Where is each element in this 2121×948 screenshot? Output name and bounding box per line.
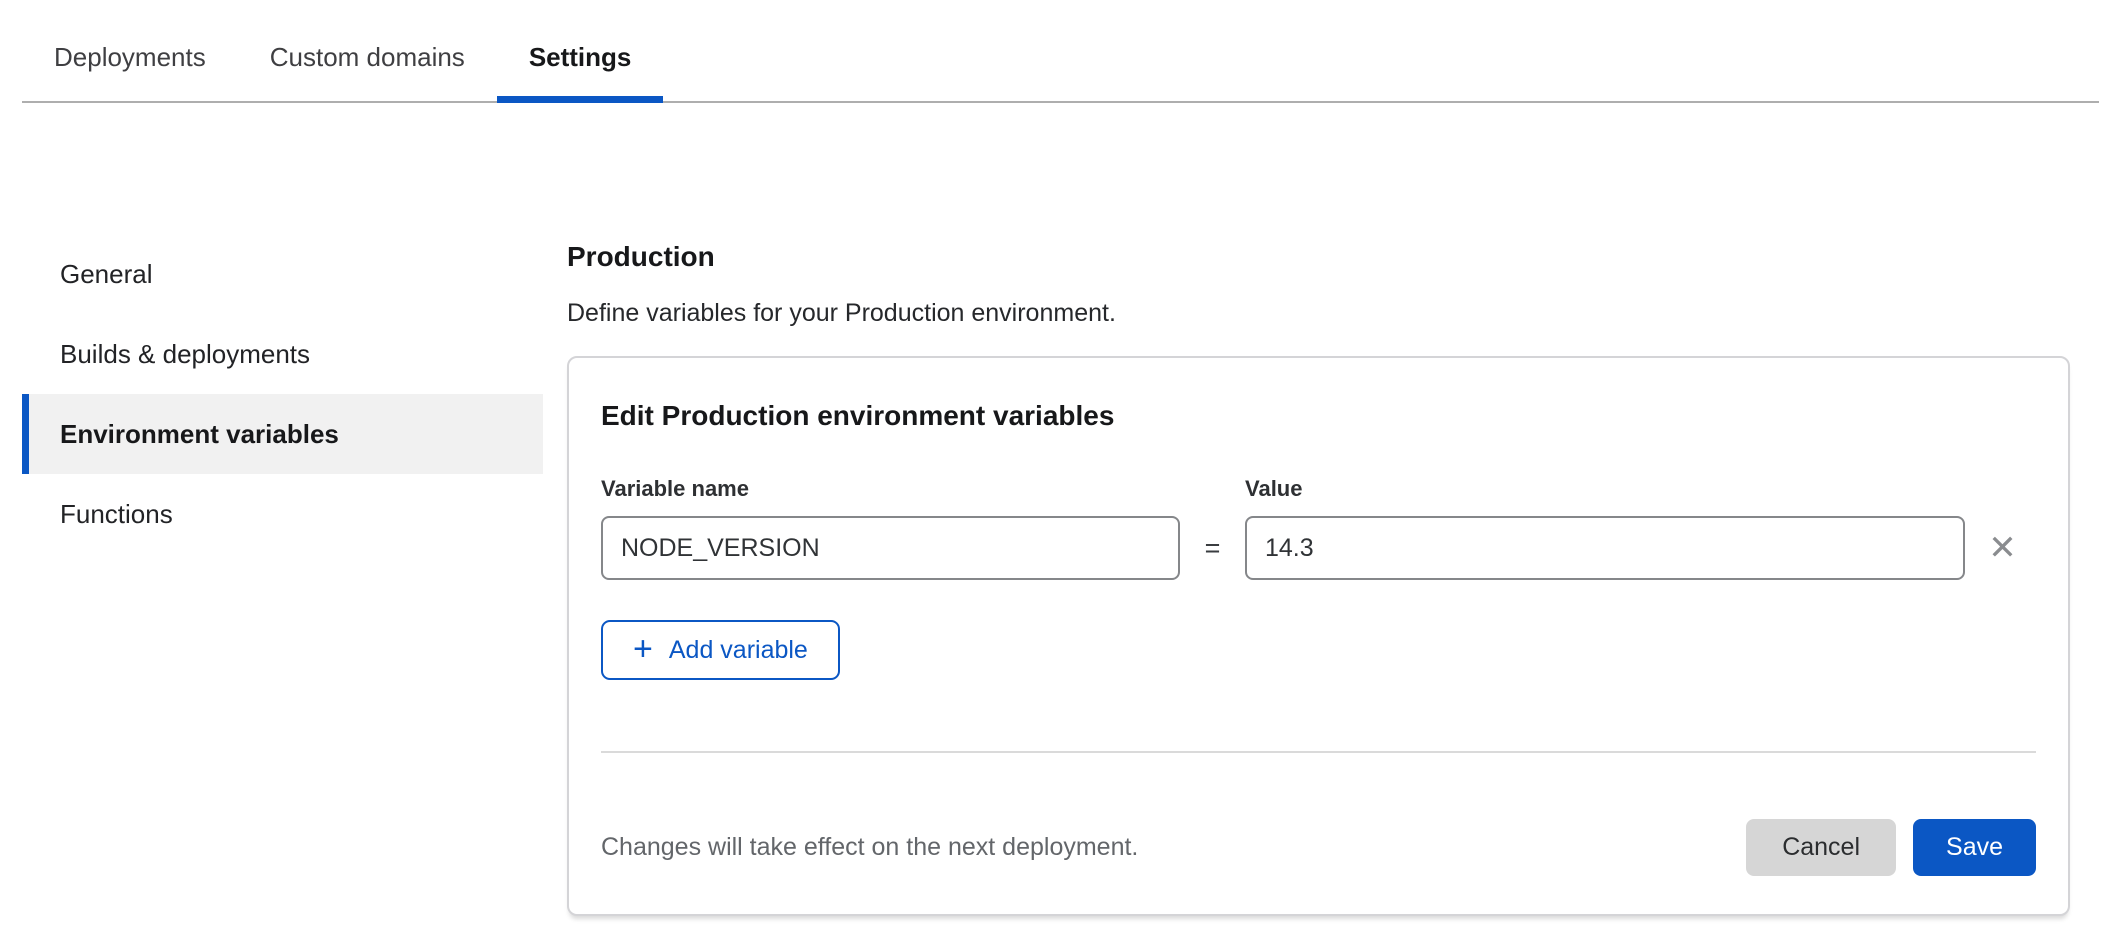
close-icon: ✕ bbox=[1988, 531, 2017, 565]
add-variable-button[interactable]: + Add variable bbox=[601, 620, 840, 680]
section-title: Production bbox=[567, 241, 2070, 273]
value-label: Value bbox=[1245, 476, 1965, 502]
field-labels-row: Variable name Value bbox=[601, 476, 2036, 502]
equals-sign: = bbox=[1180, 533, 1245, 564]
main-content: Production Define variables for your Pro… bbox=[567, 103, 2070, 916]
tab-settings[interactable]: Settings bbox=[497, 24, 664, 101]
remove-variable-button[interactable]: ✕ bbox=[1965, 531, 2040, 565]
content-area: General Builds & deployments Environment… bbox=[0, 103, 2121, 916]
add-variable-label: Add variable bbox=[669, 636, 808, 665]
sidebar-item-environment-variables[interactable]: Environment variables bbox=[22, 394, 543, 474]
card-footer: Changes will take effect on the next dep… bbox=[601, 819, 2036, 876]
footer-note: Changes will take effect on the next dep… bbox=[601, 833, 1138, 862]
footer-actions: Cancel Save bbox=[1746, 819, 2036, 876]
tab-bar: Deployments Custom domains Settings bbox=[22, 0, 2099, 103]
section-subtitle: Define variables for your Production env… bbox=[567, 299, 2070, 328]
environment-variables-card: Edit Production environment variables Va… bbox=[567, 356, 2070, 916]
tab-custom-domains[interactable]: Custom domains bbox=[238, 24, 497, 101]
tab-deployments[interactable]: Deployments bbox=[22, 24, 238, 101]
settings-sidebar: General Builds & deployments Environment… bbox=[22, 234, 543, 554]
variable-name-input[interactable] bbox=[601, 516, 1180, 580]
sidebar-item-functions[interactable]: Functions bbox=[22, 474, 543, 554]
plus-icon: + bbox=[633, 632, 653, 666]
variable-value-input[interactable] bbox=[1245, 516, 1965, 580]
cancel-button[interactable]: Cancel bbox=[1746, 819, 1896, 876]
pages-project-settings-page: Deployments Custom domains Settings Gene… bbox=[0, 0, 2121, 916]
variable-row: = ✕ bbox=[601, 516, 2036, 580]
save-button[interactable]: Save bbox=[1913, 819, 2036, 876]
sidebar-item-general[interactable]: General bbox=[22, 234, 543, 314]
card-divider bbox=[601, 751, 2036, 753]
sidebar-item-builds-deployments[interactable]: Builds & deployments bbox=[22, 314, 543, 394]
variable-name-label: Variable name bbox=[601, 476, 1180, 502]
card-title: Edit Production environment variables bbox=[601, 400, 2036, 432]
